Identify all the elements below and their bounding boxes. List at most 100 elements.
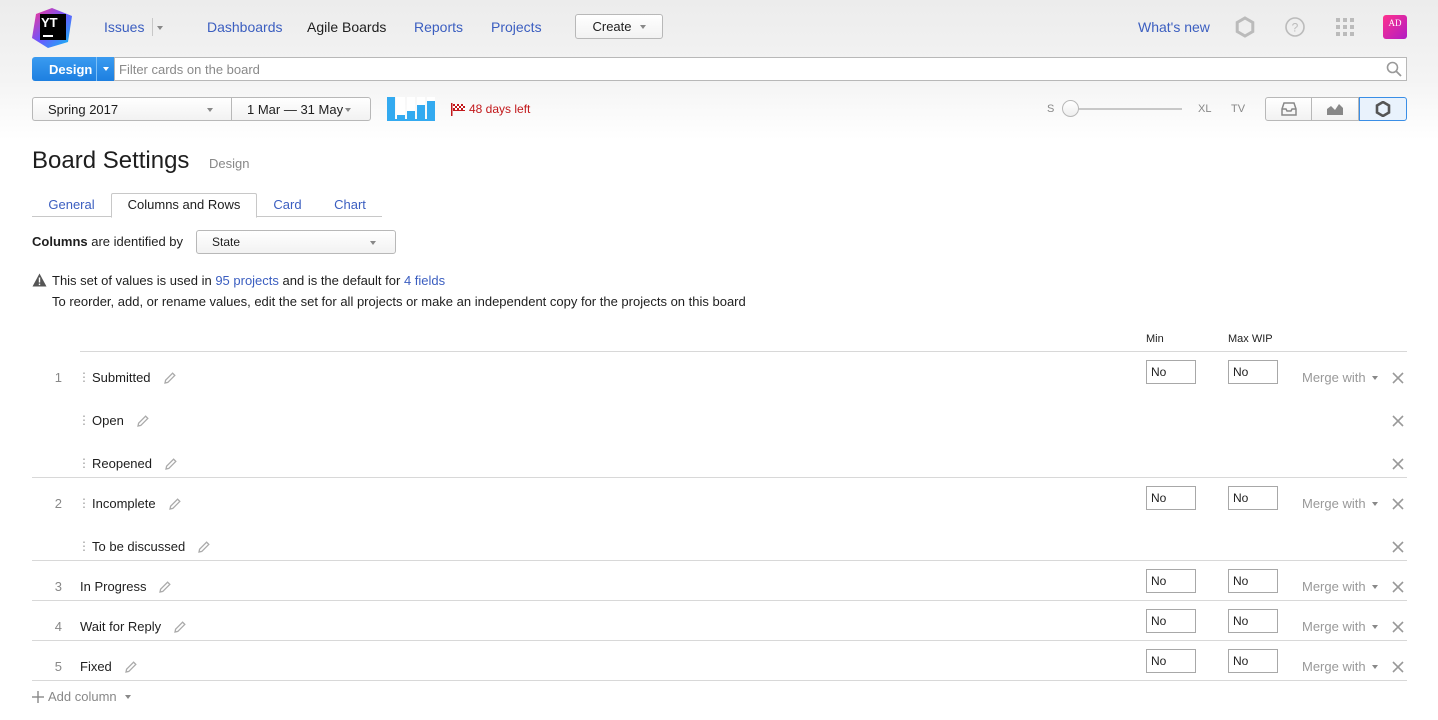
create-button-label: Create <box>592 19 632 34</box>
edit-pencil-icon[interactable] <box>159 581 171 593</box>
max-wip-input[interactable] <box>1228 486 1278 510</box>
edit-pencil-icon[interactable] <box>198 541 210 553</box>
drag-handle-icon[interactable]: ⋮ <box>78 456 90 470</box>
chevron-down-icon <box>1371 664 1378 669</box>
burndown-mini-chart-icon[interactable] <box>387 97 435 121</box>
merge-with-dropdown[interactable]: Merge with <box>1302 619 1378 634</box>
tab-card[interactable]: Card <box>257 193 318 217</box>
column-value-name: Submitted <box>92 370 151 385</box>
edit-pencil-icon[interactable] <box>125 661 137 673</box>
card-size-xl-label: XL <box>1198 103 1212 115</box>
board-dropdown-toggle[interactable] <box>96 57 114 81</box>
sprint-range-select[interactable]: 1 Mar — 31 May <box>231 97 371 121</box>
nav-issues[interactable]: Issues <box>104 19 144 35</box>
help-icon[interactable]: ? <box>1284 16 1306 38</box>
chevron-down-icon <box>102 67 109 71</box>
remove-value-icon[interactable] <box>1392 458 1404 470</box>
issues-dropdown-icon[interactable] <box>157 26 163 30</box>
divider <box>32 680 1407 681</box>
warning-message: This set of values is used in 95 project… <box>52 273 445 288</box>
chevron-down-icon <box>1371 624 1378 629</box>
whats-new-link[interactable]: What's new <box>1138 19 1210 35</box>
warning-icon <box>32 273 47 287</box>
finish-flag-icon <box>451 102 465 116</box>
settings-icon <box>1375 101 1391 117</box>
column-value-name: Reopened <box>92 456 152 471</box>
edit-pencil-icon[interactable] <box>137 415 149 427</box>
nav-agile-boards[interactable]: Agile Boards <box>307 19 386 35</box>
tab-columns-and-rows[interactable]: Columns and Rows <box>111 193 257 218</box>
column-value-name: Incomplete <box>92 496 156 511</box>
warning-prefix: This set of values is used in <box>52 273 216 288</box>
drag-handle-icon[interactable]: ⋮ <box>78 539 90 553</box>
tab-chart[interactable]: Chart <box>318 193 382 217</box>
merge-with-dropdown[interactable]: Merge with <box>1302 496 1378 511</box>
drag-handle-icon[interactable]: ⋮ <box>78 370 90 384</box>
remove-value-icon[interactable] <box>1392 661 1404 673</box>
tab-general[interactable]: General <box>32 193 111 217</box>
board-select-button[interactable]: Design <box>32 57 114 81</box>
min-wip-input[interactable] <box>1146 360 1196 384</box>
min-wip-input[interactable] <box>1146 649 1196 673</box>
avatar[interactable]: AD <box>1383 15 1407 39</box>
add-column-label: Add column <box>48 689 117 704</box>
merge-with-dropdown[interactable]: Merge with <box>1302 659 1378 674</box>
merge-with-dropdown[interactable]: Merge with <box>1302 579 1378 594</box>
warning-middle: and is the default for <box>278 273 404 288</box>
edit-pencil-icon[interactable] <box>164 372 176 384</box>
nav-dashboards[interactable]: Dashboards <box>207 19 283 35</box>
search-input[interactable] <box>115 58 1375 80</box>
create-button[interactable]: Create <box>575 14 663 39</box>
merge-with-dropdown[interactable]: Merge with <box>1302 370 1378 385</box>
card-size-slider-handle[interactable] <box>1062 100 1079 117</box>
edit-pencil-icon[interactable] <box>165 458 177 470</box>
drag-handle-icon[interactable]: ⋮ <box>78 413 90 427</box>
remove-value-icon[interactable] <box>1392 415 1404 427</box>
edit-pencil-icon[interactable] <box>169 498 181 510</box>
column-value-name: Fixed <box>80 659 112 674</box>
tv-mode-link[interactable]: TV <box>1231 103 1245 115</box>
fields-link[interactable]: 4 fields <box>404 273 445 288</box>
backlog-view-button[interactable] <box>1265 97 1312 121</box>
inbox-icon <box>1280 102 1297 116</box>
max-wip-input[interactable] <box>1228 649 1278 673</box>
columns-bold-label: Columns <box>32 234 88 249</box>
min-wip-input[interactable] <box>1146 609 1196 633</box>
nav-reports[interactable]: Reports <box>414 19 463 35</box>
projects-link[interactable]: 95 projects <box>215 273 279 288</box>
chart-icon <box>1327 104 1343 115</box>
column-field-select[interactable]: State <box>196 230 396 254</box>
remove-value-icon[interactable] <box>1392 581 1404 593</box>
settings-icon[interactable] <box>1234 16 1256 38</box>
remove-value-icon[interactable] <box>1392 498 1404 510</box>
apps-grid-icon[interactable] <box>1334 16 1356 38</box>
divider <box>32 600 1407 601</box>
drag-handle-icon[interactable]: ⋮ <box>78 496 90 510</box>
max-wip-input[interactable] <box>1228 360 1278 384</box>
column-value-name: Wait for Reply <box>80 619 162 634</box>
avatar-initials: AD <box>1388 18 1402 28</box>
remove-value-icon[interactable] <box>1392 541 1404 553</box>
chart-view-button[interactable] <box>1312 97 1359 121</box>
min-wip-input[interactable] <box>1146 569 1196 593</box>
chevron-down-icon <box>345 108 351 112</box>
remove-value-icon[interactable] <box>1392 621 1404 633</box>
sprint-select[interactable]: Spring 2017 <box>32 97 232 121</box>
add-column-button[interactable]: Add column <box>32 689 131 704</box>
max-wip-input[interactable] <box>1228 569 1278 593</box>
board-settings-button[interactable] <box>1359 97 1407 121</box>
days-left-indicator: 48 days left <box>451 102 530 116</box>
min-column-header: Min <box>1146 333 1164 345</box>
nav-projects[interactable]: Projects <box>491 19 542 35</box>
merge-with-label: Merge with <box>1302 619 1366 634</box>
youtrack-logo[interactable]: YT <box>32 8 72 48</box>
max-wip-input[interactable] <box>1228 609 1278 633</box>
search-icon[interactable] <box>1386 61 1402 77</box>
card-size-small-label: S <box>1047 103 1055 115</box>
card-size-slider-track[interactable] <box>1068 108 1182 110</box>
min-wip-input[interactable] <box>1146 486 1196 510</box>
edit-pencil-icon[interactable] <box>174 621 186 633</box>
remove-value-icon[interactable] <box>1392 372 1404 384</box>
plus-icon <box>32 690 44 703</box>
warning-instructions: To reorder, add, or rename values, edit … <box>52 294 746 309</box>
